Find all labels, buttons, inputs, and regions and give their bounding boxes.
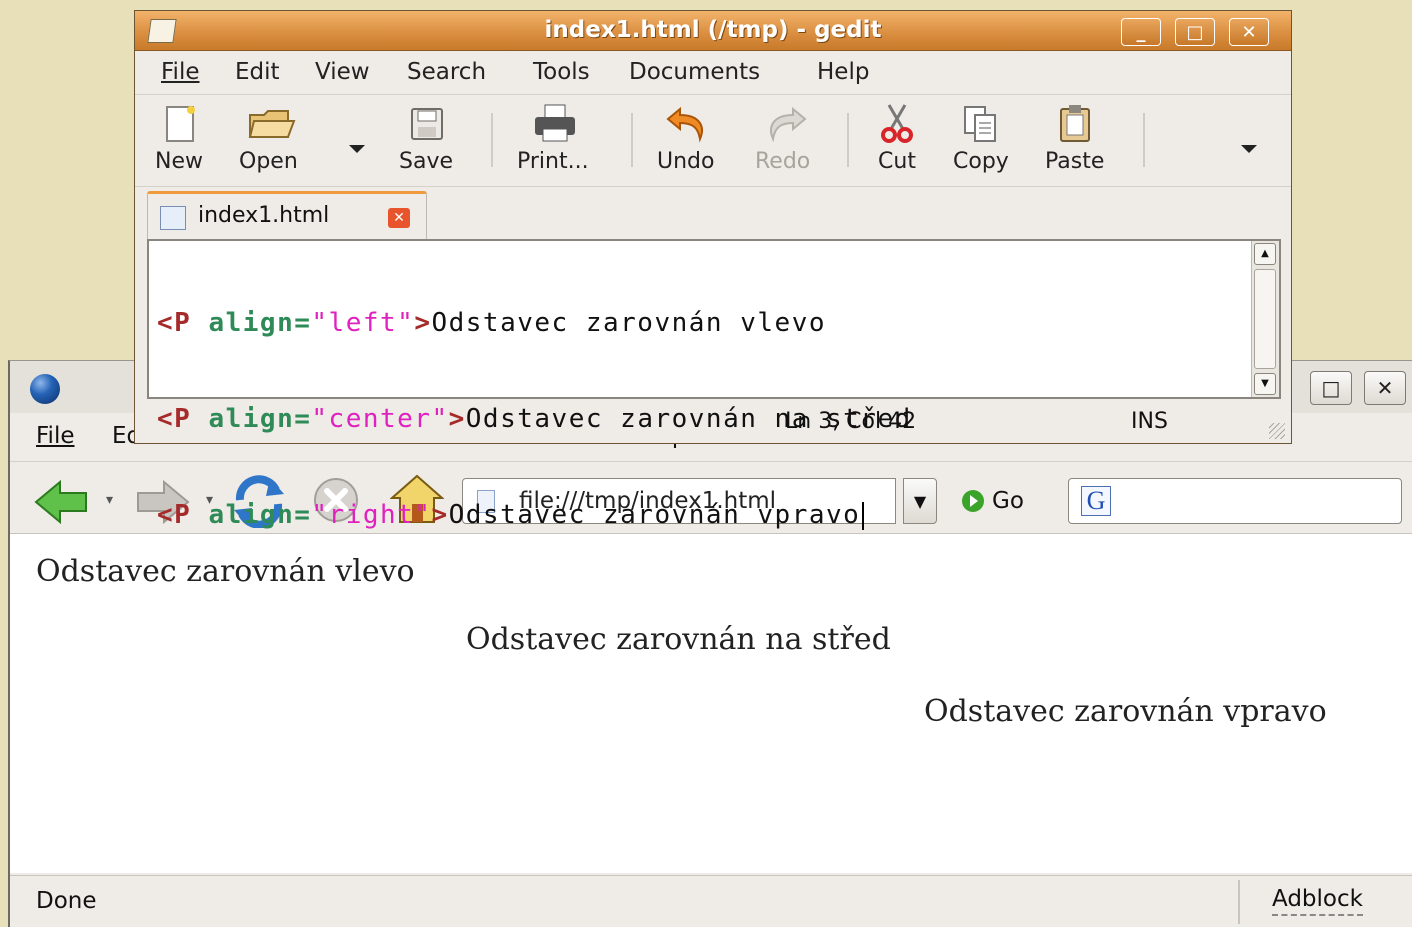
open-button[interactable]: Open (239, 103, 298, 174)
copy-label: Copy (953, 149, 1009, 174)
adblock-button[interactable]: Adblock (1272, 886, 1363, 916)
vertical-scrollbar[interactable]: ▲ ▼ (1251, 241, 1279, 397)
cursor-position: Ln 3, Col 42 (785, 409, 917, 434)
menu-search[interactable]: Search (407, 59, 486, 85)
menu-documents[interactable]: Documents (629, 59, 760, 85)
back-history-dropdown[interactable]: ▾ (106, 492, 113, 508)
go-button[interactable]: Go (962, 482, 1024, 520)
new-label: New (155, 149, 203, 174)
gedit-window: index1.html (/tmp) - gedit _ □ ✕ File Ed… (134, 10, 1292, 530)
menu-view[interactable]: View (315, 59, 370, 85)
code-line: <P align="right">Odstavec zarovnán vprav… (157, 499, 912, 531)
paragraph-center: Odstavec zarovnán na střed (466, 622, 891, 657)
new-document-icon (159, 103, 199, 143)
status-separator (1238, 880, 1240, 924)
open-recent-dropdown[interactable] (349, 145, 365, 153)
toolbar-overflow-dropdown[interactable] (1241, 145, 1257, 153)
print-button[interactable]: Print... (517, 103, 589, 174)
maximize-button[interactable]: □ (1175, 18, 1215, 46)
save-button[interactable]: Save (399, 103, 453, 174)
close-button[interactable]: ✕ (1364, 371, 1406, 405)
new-button[interactable]: New (155, 103, 203, 174)
toolbar-separator (1143, 113, 1145, 167)
scroll-up-button[interactable]: ▲ (1254, 243, 1276, 265)
undo-button[interactable]: Undo (657, 103, 714, 174)
paragraph-right: Odstavec zarovnán vpravo (924, 694, 1327, 729)
menu-file[interactable]: File (161, 59, 200, 85)
gedit-titlebar: index1.html (/tmp) - gedit _ □ ✕ (135, 11, 1291, 51)
gedit-toolbar: New Open Save Print... Undo Redo Cut Cop… (135, 97, 1291, 187)
close-tab-icon[interactable]: ✕ (388, 208, 410, 228)
gedit-statusbar: Ln 3, Col 42 INS (135, 403, 1291, 443)
redo-icon (763, 103, 807, 143)
toolbar-separator (631, 113, 633, 167)
save-label: Save (399, 149, 454, 174)
copy-button[interactable]: Copy (953, 103, 1009, 174)
undo-icon (666, 103, 706, 143)
scroll-down-button[interactable]: ▼ (1254, 373, 1276, 395)
cut-button[interactable]: Cut (877, 103, 917, 174)
menu-edit[interactable]: Edit (235, 59, 280, 85)
tab-label: index1.html (198, 203, 330, 228)
maximize-button[interactable]: □ (1310, 371, 1352, 405)
window-title: index1.html (/tmp) - gedit (544, 17, 882, 43)
google-icon[interactable]: G (1081, 486, 1111, 516)
code-line: <P align="left">Odstavec zarovnán vlevo (157, 308, 826, 338)
print-label: Print... (517, 149, 589, 174)
insert-mode: INS (1131, 409, 1168, 434)
gedit-menubar: File Edit View Search Tools Documents He… (135, 53, 1291, 95)
text-caret (862, 501, 865, 530)
text-editor[interactable]: <P align="left">Odstavec zarovnán vlevo … (147, 239, 1281, 530)
resize-grip[interactable] (1269, 423, 1285, 439)
browser-statusbar: Done Adblock (10, 875, 1412, 927)
back-arrow-icon[interactable] (34, 480, 90, 524)
copy-icon (961, 103, 1001, 143)
go-icon (962, 490, 984, 512)
document-tabs: index1.html ✕ (135, 187, 1291, 239)
search-input[interactable]: G (1068, 478, 1402, 524)
scrollbar-thumb[interactable] (1254, 269, 1276, 369)
save-icon (406, 103, 446, 143)
undo-label: Undo (657, 149, 715, 174)
close-button[interactable]: ✕ (1229, 18, 1269, 46)
menu-tools[interactable]: Tools (533, 59, 590, 85)
redo-button[interactable]: Redo (755, 103, 810, 174)
html-document-icon (160, 206, 186, 230)
toolbar-separator (491, 113, 493, 167)
toolbar-separator (847, 113, 849, 167)
open-folder-icon (248, 103, 296, 143)
menu-file[interactable]: File (36, 423, 75, 449)
minimize-button[interactable]: _ (1121, 18, 1161, 46)
status-text: Done (36, 888, 97, 914)
cut-icon (877, 103, 917, 143)
tab-index1[interactable]: index1.html ✕ (147, 191, 427, 239)
cut-label: Cut (878, 149, 916, 174)
print-icon (533, 103, 575, 143)
paste-icon (1055, 103, 1095, 143)
redo-label: Redo (755, 149, 811, 174)
globe-icon (30, 374, 60, 404)
go-label: Go (992, 488, 1024, 514)
open-label: Open (239, 149, 298, 174)
menu-help[interactable]: Help (817, 59, 869, 85)
paste-button[interactable]: Paste (1045, 103, 1104, 174)
paste-label: Paste (1045, 149, 1105, 174)
